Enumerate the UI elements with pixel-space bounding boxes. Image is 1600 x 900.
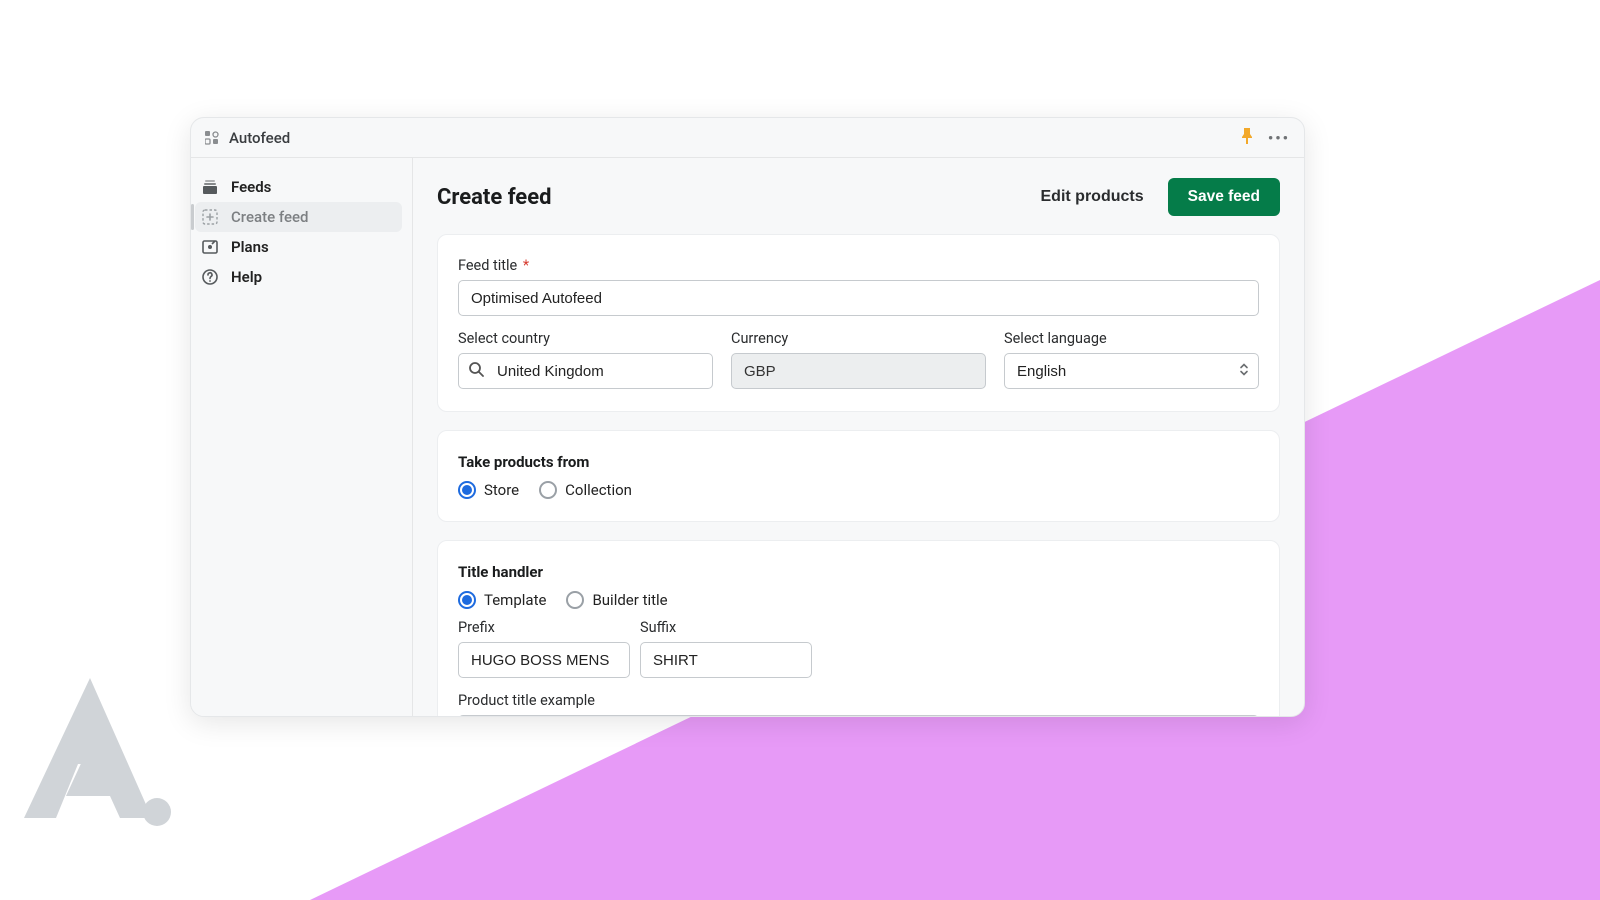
sidebar-item-label: Plans xyxy=(231,238,269,256)
sidebar-item-feeds[interactable]: Feeds xyxy=(195,172,402,202)
radio-label: Store xyxy=(484,481,519,499)
currency-label: Currency xyxy=(731,330,986,347)
take-products-title: Take products from xyxy=(458,453,1259,471)
create-feed-icon xyxy=(201,208,219,226)
prefix-input[interactable] xyxy=(458,642,630,678)
radio-collection[interactable]: Collection xyxy=(539,481,632,499)
language-select[interactable] xyxy=(1004,353,1259,389)
country-label: Select country xyxy=(458,330,713,347)
sidebar: Feeds Create feed Plans Help xyxy=(191,158,413,716)
app-icon xyxy=(205,131,219,145)
feed-title-label: Feed title * xyxy=(458,257,1259,274)
suffix-input[interactable] xyxy=(640,642,812,678)
title-handler-title: Title handler xyxy=(458,563,1259,581)
radio-template[interactable]: Template xyxy=(458,591,546,609)
page-title: Create feed xyxy=(437,185,1041,210)
products-source-card: Take products from Store Collection xyxy=(437,430,1280,522)
sidebar-item-label: Help xyxy=(231,268,262,286)
title-handler-card: Title handler Template Builder title Pre… xyxy=(437,540,1280,716)
pin-icon[interactable] xyxy=(1240,128,1254,148)
sidebar-item-label: Create feed xyxy=(231,208,308,226)
plans-icon xyxy=(201,238,219,256)
radio-store[interactable]: Store xyxy=(458,481,519,499)
help-icon xyxy=(201,268,219,286)
country-input[interactable] xyxy=(458,353,713,389)
radio-label: Template xyxy=(484,591,546,609)
example-label: Product title example xyxy=(458,692,1259,709)
feed-details-card: Feed title * Select country xyxy=(437,234,1280,412)
feed-title-input[interactable] xyxy=(458,280,1259,316)
sidebar-item-create-feed[interactable]: Create feed xyxy=(195,202,402,232)
app-window: Autofeed ••• Feeds Create feed xyxy=(190,117,1305,717)
sidebar-item-help[interactable]: Help xyxy=(195,262,402,292)
example-output xyxy=(458,715,1259,716)
titlebar: Autofeed ••• xyxy=(191,118,1304,158)
radio-label: Builder title xyxy=(592,591,667,609)
sidebar-item-label: Feeds xyxy=(231,178,271,196)
brand-logo-a xyxy=(22,672,172,832)
edit-products-button[interactable]: Edit products xyxy=(1041,188,1144,206)
search-icon xyxy=(468,361,484,381)
page-header: Create feed Edit products Save feed xyxy=(437,178,1280,216)
sidebar-item-plans[interactable]: Plans xyxy=(195,232,402,262)
prefix-label: Prefix xyxy=(458,619,630,636)
app-title: Autofeed xyxy=(229,129,290,147)
currency-input xyxy=(731,353,986,389)
more-icon[interactable]: ••• xyxy=(1268,129,1290,147)
save-feed-button[interactable]: Save feed xyxy=(1168,178,1280,216)
language-label: Select language xyxy=(1004,330,1259,347)
suffix-label: Suffix xyxy=(640,619,812,636)
radio-label: Collection xyxy=(565,481,632,499)
radio-builder-title[interactable]: Builder title xyxy=(566,591,667,609)
feeds-icon xyxy=(201,178,219,196)
main-content: Create feed Edit products Save feed Feed… xyxy=(413,158,1304,716)
